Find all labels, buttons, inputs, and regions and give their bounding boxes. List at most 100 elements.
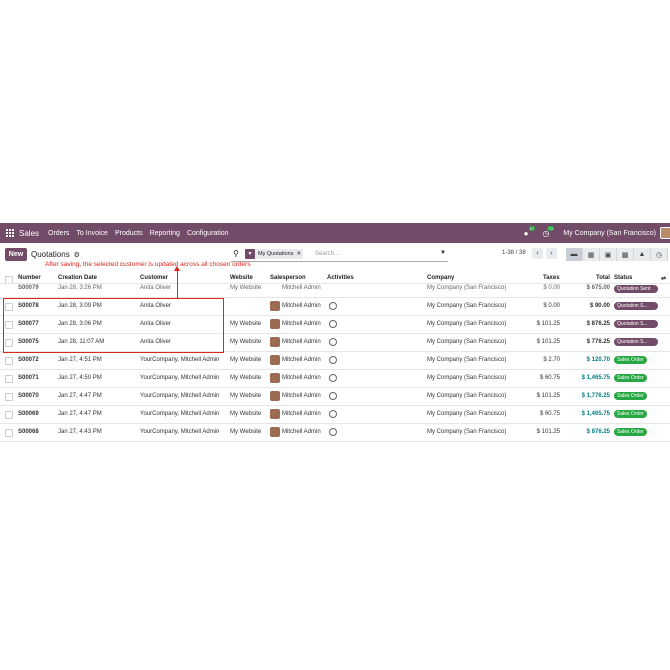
taxes: $ 101.25	[536, 393, 560, 399]
taxes: $ 60.75	[539, 411, 560, 417]
company: My Company (San Francisco)	[427, 339, 507, 345]
calendar-view-icon[interactable]: ▣	[600, 248, 617, 261]
row-checkbox[interactable]	[5, 393, 13, 401]
order-number: S00070	[18, 393, 39, 399]
search-icon: ⚲	[233, 249, 239, 258]
pivot-view-icon[interactable]: ▩	[617, 248, 634, 261]
activity-clock-icon[interactable]	[329, 356, 337, 364]
optional-columns-icon[interactable]: ⇌	[661, 275, 666, 282]
activity-clock-icon[interactable]	[329, 428, 337, 436]
taxes: $ 101.25	[536, 321, 560, 327]
salesperson-avatar	[270, 427, 280, 437]
row-checkbox[interactable]	[5, 357, 13, 365]
search-input[interactable]: Search...	[315, 251, 339, 257]
row-checkbox[interactable]	[5, 429, 13, 437]
table-row[interactable]: S00072 Jan 27, 4:51 PM YourCompany, Mitche…	[0, 351, 670, 370]
activity-clock-icon[interactable]	[329, 392, 337, 400]
activity-view-icon[interactable]: ◷	[651, 248, 668, 261]
table-row[interactable]: S00069 Jan 27, 4:47 PM YourCompany, Mitche…	[0, 405, 670, 424]
app-menu-icon[interactable]	[6, 229, 14, 237]
table-row[interactable]: S00071 Jan 27, 4:50 PM YourCompany, Mitche…	[0, 369, 670, 388]
menu-products[interactable]: Products	[115, 230, 143, 237]
page-title: Quotations ⚙	[31, 250, 80, 259]
company: My Company (San Francisco)	[427, 357, 507, 363]
salesperson: Mitchell Admin	[282, 375, 321, 381]
row-checkbox[interactable]	[5, 375, 13, 383]
view-switcher: ▬ ▦ ▣ ▩ ▲ ◷	[566, 248, 668, 261]
col-status[interactable]: Status	[614, 275, 632, 281]
total: $ 1,465.75	[581, 375, 610, 381]
company: My Company (San Francisco)	[427, 285, 507, 291]
messages-count: 17	[528, 225, 536, 231]
breadcrumb-title: Quotations	[31, 250, 70, 259]
menu-to-invoice[interactable]: To Invoice	[76, 230, 108, 237]
col-website[interactable]: Website	[230, 275, 253, 281]
menu-configuration[interactable]: Configuration	[187, 230, 229, 237]
app-name[interactable]: Sales	[19, 229, 39, 238]
total: $ 120.70	[586, 357, 610, 363]
salesperson-avatar	[270, 319, 280, 329]
activity-clock-icon[interactable]	[329, 320, 337, 328]
salesperson: Mitchell Admin	[282, 357, 321, 363]
pager-next-icon[interactable]: ›	[546, 248, 557, 259]
gear-icon[interactable]: ⚙	[72, 252, 80, 259]
total: $ 1,776.25	[581, 393, 610, 399]
customer: Anita Oliver	[140, 285, 172, 291]
pager-value[interactable]: 1-38 / 38	[502, 250, 526, 256]
table-row[interactable]: S00079 Jan 28, 3:26 PM Anita Oliver My W…	[0, 283, 670, 294]
creation-date: Jan 27, 4:47 PM	[58, 393, 102, 399]
chevron-down-icon[interactable]: ▼	[440, 250, 446, 256]
col-total[interactable]: Total	[596, 275, 610, 281]
close-icon[interactable]: ✕	[296, 251, 303, 257]
taxes: $ 101.25	[536, 429, 560, 435]
salesperson: Mitchell Admin	[282, 285, 321, 291]
messages-icon[interactable]: ● 17	[524, 225, 536, 238]
salesperson: Mitchell Admin	[282, 393, 321, 399]
col-creation-date[interactable]: Creation Date	[58, 275, 97, 281]
activities-icon[interactable]: ◷ 73	[542, 225, 554, 238]
creation-date: Jan 27, 4:51 PM	[58, 357, 102, 363]
website: My Website	[230, 357, 262, 363]
activity-clock-icon[interactable]	[329, 302, 337, 310]
website: My Website	[230, 321, 262, 327]
col-taxes[interactable]: Taxes	[543, 275, 560, 281]
table-row[interactable]: S00070 Jan 27, 4:47 PM YourCompany, Mitche…	[0, 387, 670, 406]
col-number[interactable]: Number	[18, 275, 41, 281]
status-badge: Quotation S...	[614, 338, 658, 346]
creation-date: Jan 27, 4:43 PM	[58, 429, 102, 435]
row-checkbox[interactable]	[5, 411, 13, 419]
website: My Website	[230, 339, 262, 345]
menu-reporting[interactable]: Reporting	[150, 230, 180, 237]
total: $ 90.00	[589, 303, 610, 309]
search-facet[interactable]: ▼ My Quotations ✕	[245, 249, 304, 259]
col-customer[interactable]: Customer	[140, 275, 168, 281]
user-avatar[interactable]	[660, 227, 670, 239]
search-bar[interactable]: ⚲ ▼ My Quotations ✕ Search... ▼	[231, 248, 448, 262]
pager-prev-icon[interactable]: ‹	[532, 248, 543, 259]
facet-label: My Quotations	[258, 251, 294, 257]
menu-orders[interactable]: Orders	[48, 230, 69, 237]
col-activities[interactable]: Activities	[327, 275, 354, 281]
taxes: $ 2.70	[543, 357, 560, 363]
new-button[interactable]: New	[5, 248, 27, 261]
col-salesperson[interactable]: Salesperson	[270, 275, 306, 281]
order-number: S00071	[18, 375, 39, 381]
activity-clock-icon[interactable]	[329, 374, 337, 382]
table-row[interactable]: S00068 Jan 27, 4:43 PM YourCompany, Mitche…	[0, 423, 670, 442]
salesperson: Mitchell Admin	[282, 411, 321, 417]
website: My Website	[230, 393, 262, 399]
graph-view-icon[interactable]: ▲	[634, 248, 651, 261]
salesperson: Mitchell Admin	[282, 429, 321, 435]
col-company[interactable]: Company	[427, 275, 454, 281]
salesperson: Mitchell Admin	[282, 321, 321, 327]
activities-count: 73	[547, 225, 554, 231]
activity-clock-icon[interactable]	[329, 410, 337, 418]
customer: YourCompany, Mitchell Admin	[140, 429, 220, 435]
kanban-view-icon[interactable]: ▦	[583, 248, 600, 261]
status-badge: Sales Order	[614, 428, 647, 436]
order-number: S00069	[18, 411, 39, 417]
salesperson: Mitchell Admin	[282, 339, 321, 345]
company-switcher[interactable]: My Company (San Francisco)	[563, 230, 656, 237]
list-view-icon[interactable]: ▬	[566, 248, 583, 261]
activity-clock-icon[interactable]	[329, 338, 337, 346]
